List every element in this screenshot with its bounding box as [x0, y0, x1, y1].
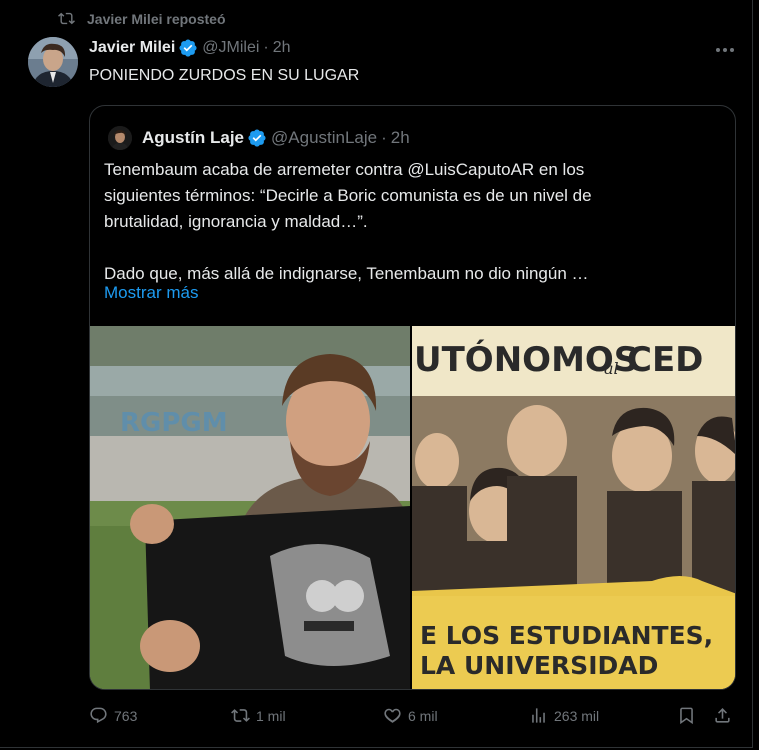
repost-icon — [58, 12, 75, 25]
repost-label: Javier Milei reposteó — [87, 10, 226, 27]
reply-button[interactable]: 763 — [89, 706, 137, 725]
quoted-tweet-header: Agustín Laje @AgustinLaje · 2h — [108, 126, 410, 150]
avatar[interactable] — [28, 37, 78, 87]
tweet-header: Javier Milei @JMilei · 2h — [89, 38, 291, 58]
views-button[interactable]: 263 mil — [529, 706, 599, 725]
quoted-tweet[interactable]: Agustín Laje @AgustinLaje · 2h Tenembaum… — [89, 105, 736, 690]
reply-icon — [90, 707, 107, 724]
media-photo-left[interactable]: RGPGM — [90, 326, 410, 689]
media-photo-right[interactable]: UTÓNOMOS al CED E LOS ESTUDIANTES, LA UN… — [412, 326, 735, 689]
quoted-text-line: Tenembaum acaba de arremeter contra @Lui… — [104, 160, 585, 179]
quoted-avatar-image — [108, 126, 132, 150]
banner-top-text-b: al — [604, 359, 619, 378]
verified-badge-icon[interactable] — [247, 128, 267, 148]
share-icon — [715, 708, 730, 723]
separator-dot: · — [381, 128, 387, 147]
like-button[interactable]: 6 mil — [383, 706, 438, 725]
author-handle[interactable]: @JMilei — [202, 39, 259, 57]
heart-icon — [384, 708, 401, 723]
separator-dot: · — [263, 39, 269, 56]
photo-man-holding-shirt: RGPGM — [90, 326, 410, 689]
like-count: 6 mil — [408, 707, 438, 724]
photo-group-students: UTÓNOMOS al CED E LOS ESTUDIANTES, LA UN… — [412, 326, 735, 689]
quoted-author-handle[interactable]: @AgustinLaje — [271, 128, 377, 148]
views-icon — [532, 708, 545, 723]
quoted-avatar — [108, 126, 132, 150]
quoted-media[interactable]: RGPGM UTÓNOMOS al CED E LOS ESTUDIANTES,… — [90, 326, 735, 689]
quoted-tweet-time[interactable]: 2h — [391, 128, 410, 148]
views-count: 263 mil — [554, 707, 600, 724]
quoted-text-line: brutalidad, ignorancia y maldad…”. — [104, 212, 368, 231]
banner-top-text-c: CED — [627, 340, 703, 380]
avatar-image — [28, 37, 78, 87]
repost-count: 1 mil — [256, 707, 286, 724]
banner-bottom-text-1: E LOS ESTUDIANTES, — [420, 621, 713, 650]
action-bar: 763 1 mil 6 mil 263 mil — [89, 706, 739, 730]
tweet-time[interactable]: 2h — [273, 39, 291, 57]
more-options-icon[interactable] — [712, 40, 738, 60]
author-name[interactable]: Javier Milei — [89, 39, 175, 57]
bookmark-icon — [680, 707, 693, 725]
repost-indicator[interactable]: Javier Milei reposteó — [58, 10, 226, 27]
banner-bottom-text-2: LA UNIVERSIDAD — [420, 651, 658, 680]
tweet-text: PONIENDO ZURDOS EN SU LUGAR — [89, 67, 360, 84]
quoted-tweet-text: Tenembaum acaba de arremeter contra @Lui… — [104, 157, 669, 287]
bookmark-button[interactable] — [677, 706, 702, 725]
quoted-text-line: siguientes términos: “Decirle a Boric co… — [104, 186, 592, 205]
repost-button[interactable]: 1 mil — [231, 706, 286, 725]
repost-icon — [231, 709, 250, 722]
quoted-author-name[interactable]: Agustín Laje — [142, 128, 244, 148]
graffiti-text: RGPGM — [120, 408, 228, 438]
show-more-link[interactable]: Mostrar más — [104, 283, 198, 303]
reply-count: 763 — [114, 707, 138, 724]
share-button[interactable] — [713, 706, 738, 725]
verified-badge-icon[interactable] — [178, 38, 198, 58]
